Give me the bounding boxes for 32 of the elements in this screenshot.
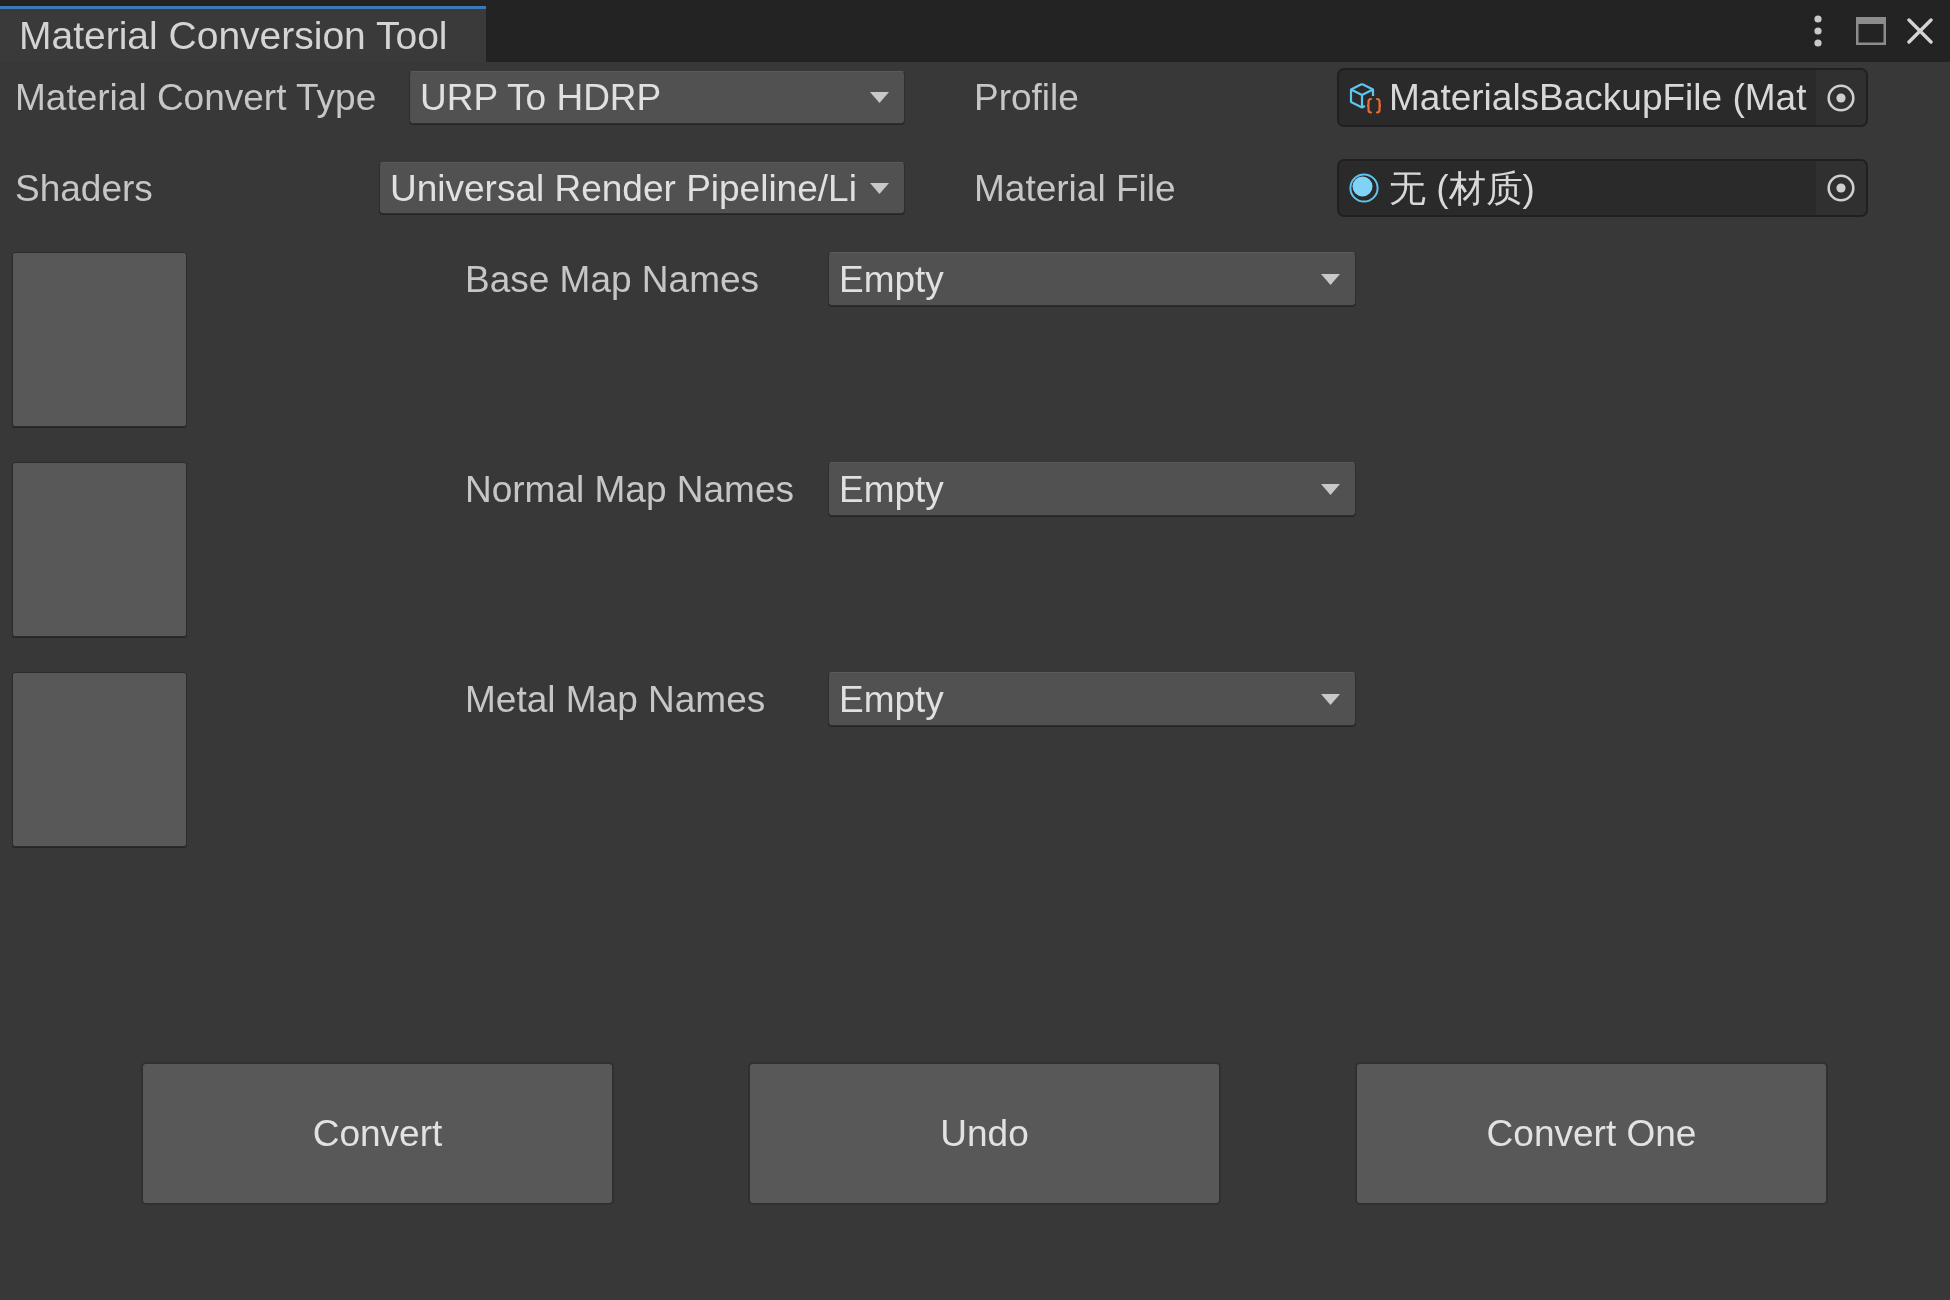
action-button[interactable]: Convert <box>141 1062 614 1205</box>
field-label: Profile <box>974 79 1080 116</box>
field-label: Material Convert Type <box>15 79 377 116</box>
target-icon <box>1827 83 1855 112</box>
map-names-dropdown[interactable]: Empty <box>828 462 1356 516</box>
caret-icon <box>1321 483 1340 495</box>
object-picker-button[interactable] <box>1816 70 1866 125</box>
cube-braces-icon <box>1349 81 1383 114</box>
field-label: Base Map Names <box>465 260 761 298</box>
convert-type-dropdown[interactable]: URP To HDRP <box>409 71 905 124</box>
target-icon <box>1827 174 1855 202</box>
caret-icon <box>1321 693 1340 705</box>
object-picker-button[interactable] <box>1816 161 1866 215</box>
object-field[interactable]: 无 (材质) <box>1337 159 1868 217</box>
shader-dropdown[interactable]: Universal Render Pipeline/Li <box>379 162 905 214</box>
kebab-menu-icon[interactable] <box>1814 15 1822 47</box>
caret-icon <box>870 92 889 103</box>
action-button[interactable]: Undo <box>748 1062 1221 1205</box>
field-label: Metal Map Names <box>465 680 767 718</box>
field-label: Material File <box>974 169 1177 207</box>
maximize-icon[interactable] <box>1856 17 1886 45</box>
action-button[interactable]: Convert One <box>1355 1062 1828 1205</box>
caret-icon <box>1321 273 1340 285</box>
object-field[interactable]: MaterialsBackupFile (Mat <box>1337 68 1868 127</box>
close-icon[interactable] <box>1907 18 1933 44</box>
caret-icon <box>870 182 889 194</box>
map-names-dropdown[interactable]: Empty <box>828 672 1356 726</box>
field-label: Shaders <box>15 169 153 207</box>
sphere-icon <box>1349 173 1379 203</box>
map-names-dropdown[interactable]: Empty <box>828 252 1356 306</box>
field-label: Normal Map Names <box>465 470 795 508</box>
window-tab[interactable]: Material Conversion Tool <box>0 6 486 62</box>
